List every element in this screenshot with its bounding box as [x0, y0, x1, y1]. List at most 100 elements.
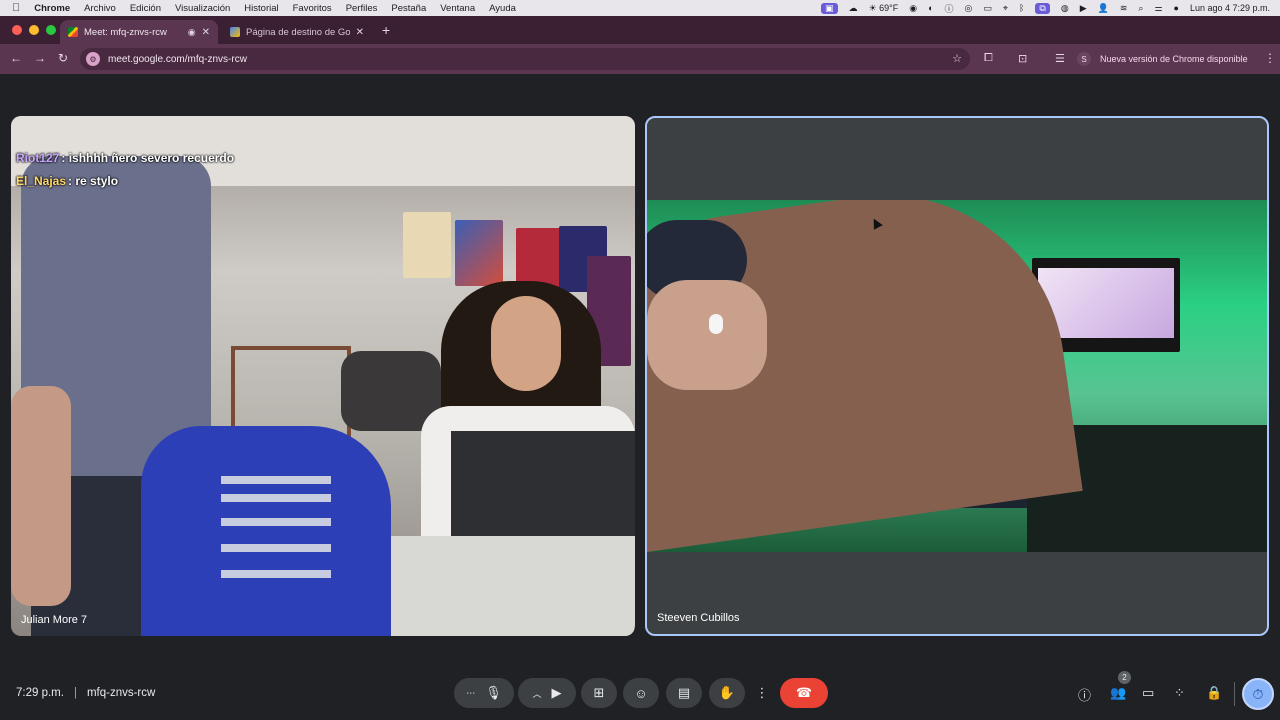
- menu-edicion[interactable]: Edición: [130, 3, 161, 14]
- people-count-badge: 2: [1118, 671, 1131, 684]
- meeting-time: 7:29 p.m.: [16, 687, 64, 699]
- extensions-puzzle-icon[interactable]: ⧠: [984, 52, 993, 65]
- chair-slat: [221, 544, 331, 552]
- chrome-update-button[interactable]: Nueva versión de Chrome disponible: [1100, 50, 1248, 68]
- video-table: [371, 536, 635, 636]
- weather-temp: 69°F: [879, 2, 899, 13]
- participant-name: Julian More 7: [21, 614, 88, 626]
- url-text[interactable]: meet.google.com/mfq-znvs-rcw: [108, 54, 247, 65]
- macos-menu-bar:  Chrome Archivo Edición Visualización H…: [0, 0, 1280, 16]
- participant-video: [647, 200, 1267, 552]
- chat-message: : re stylo: [68, 174, 119, 188]
- hang-up-icon: ☎: [795, 685, 813, 700]
- tab-title: Página de destino de Google: [246, 26, 350, 38]
- more-options-button[interactable]: ⋮: [751, 678, 773, 708]
- chrome-menu-kebab-icon[interactable]: ⋮: [1264, 51, 1276, 65]
- address-bar[interactable]: ⚙ meet.google.com/mfq-znvs-rcw ☆: [80, 48, 970, 70]
- chair-slat: [221, 518, 331, 526]
- activities-grid-icon[interactable]: ⁘: [1174, 685, 1185, 701]
- forward-arrow-icon[interactable]: →: [34, 51, 46, 65]
- site-info-icon[interactable]: ⚙: [86, 52, 100, 66]
- window-controls: [12, 25, 56, 35]
- meeting-code: mfq-znvs-rcw: [86, 687, 156, 699]
- menu-pestana[interactable]: Pestaña: [391, 3, 426, 14]
- new-tab-icon[interactable]: +: [382, 22, 390, 38]
- leave-call-button[interactable]: ☎: [780, 678, 828, 708]
- captions-button[interactable]: ▤: [666, 678, 702, 708]
- hand-icon: ✋: [718, 685, 736, 700]
- meeting-info-icon[interactable]: ⓘ: [1078, 685, 1091, 704]
- participant-tile-right[interactable]: Steeven Cubillos: [645, 116, 1269, 636]
- timer-icon: ⏱: [1252, 685, 1264, 702]
- menu-ventana[interactable]: Ventana: [440, 3, 475, 14]
- chat-username: El_Najas: [16, 174, 67, 188]
- close-tab-icon[interactable]: ✕: [202, 27, 210, 38]
- close-tab-icon[interactable]: ✕: [356, 27, 364, 38]
- participant-tile-left[interactable]: Riot127: ishhhh ñero severo recuerdo El_…: [11, 116, 635, 636]
- chat-message: : ishhhh ñero severo recuerdo: [61, 151, 235, 165]
- tab-meet[interactable]: Meet: mfq-znvs-rcw ◉ ✕: [60, 20, 218, 44]
- siri-icon[interactable]: ●: [1174, 3, 1179, 13]
- microphone-icon[interactable]: 🎙: [485, 685, 502, 701]
- location-icon[interactable]: ⌖: [1003, 3, 1008, 14]
- camera-icon[interactable]: ▶: [552, 685, 562, 701]
- minimize-window-button[interactable]: [29, 25, 39, 35]
- stats-icon[interactable]: ◐: [928, 3, 933, 13]
- bluetooth-icon[interactable]: ᛒ: [1019, 3, 1024, 13]
- video-control-group: ︿ ▶: [518, 678, 576, 708]
- airplay-icon[interactable]: ◎: [965, 3, 973, 14]
- tab-search-icon[interactable]: ⊡: [1018, 52, 1027, 65]
- menu-favoritos[interactable]: Favoritos: [293, 3, 332, 14]
- chair-slat: [221, 570, 331, 578]
- person-icon[interactable]: 👤: [1098, 3, 1109, 14]
- menu-archivo[interactable]: Archivo: [84, 3, 116, 14]
- airpod: [709, 314, 723, 334]
- tab-title: Meet: mfq-znvs-rcw: [84, 26, 167, 38]
- play-icon[interactable]: ▶: [1080, 3, 1087, 14]
- cloud-icon[interactable]: ☁: [849, 3, 858, 14]
- menu-visualizacion[interactable]: Visualización: [175, 3, 230, 14]
- raise-hand-button[interactable]: ✋: [709, 678, 745, 708]
- wall-poster: [455, 220, 503, 286]
- audio-options-icon[interactable]: ⋯: [466, 688, 475, 699]
- wifi-icon[interactable]: ≋: [1120, 3, 1128, 14]
- chat-overlay-line-1: Riot127: ishhhh ñero severo recuerdo: [16, 151, 234, 165]
- weather-widget[interactable]: ☀ 69°F: [869, 3, 899, 14]
- reactions-button[interactable]: ☺: [623, 678, 659, 708]
- host-controls-lock-icon[interactable]: 🔒: [1206, 685, 1222, 701]
- user-circle-icon[interactable]: ◍: [1061, 3, 1069, 14]
- info-icon[interactable]: ⓘ: [945, 2, 954, 15]
- tab-google-landing[interactable]: Página de destino de Google ✕: [222, 20, 372, 44]
- screen-share-status-icon[interactable]: ▣: [821, 2, 838, 14]
- menu-historial[interactable]: Historial: [244, 3, 278, 14]
- spotlight-search-icon[interactable]: ⌕: [1138, 3, 1143, 14]
- display-icon[interactable]: ▭: [983, 3, 992, 14]
- mirroring-icon[interactable]: ⧉: [1035, 2, 1050, 14]
- close-window-button[interactable]: [12, 25, 22, 35]
- chair-slat: [221, 494, 331, 502]
- menu-perfiles[interactable]: Perfiles: [346, 3, 378, 14]
- menu-ayuda[interactable]: Ayuda: [489, 3, 516, 14]
- people-icon[interactable]: 👥: [1110, 685, 1126, 701]
- audio-control-group: ⋯ 🎙: [454, 678, 514, 708]
- zoom-window-button[interactable]: [46, 25, 56, 35]
- timer-button[interactable]: ⏱: [1242, 678, 1274, 710]
- present-screen-button[interactable]: ⊞: [581, 678, 617, 708]
- control-center-icon[interactable]: ⚌: [1154, 3, 1162, 14]
- reading-list-icon[interactable]: ☰: [1055, 52, 1065, 65]
- video-options-chevron-icon[interactable]: ︿: [532, 687, 541, 700]
- apple-icon[interactable]: : [12, 2, 20, 14]
- clock-datetime[interactable]: Lun ago 4 7:29 p.m.: [1190, 3, 1270, 13]
- reload-icon[interactable]: ↻: [58, 51, 68, 65]
- captions-icon: ▤: [677, 685, 691, 700]
- chat-username: Riot127: [16, 151, 60, 165]
- menu-app-name[interactable]: Chrome: [34, 3, 70, 14]
- chat-icon[interactable]: ▭: [1142, 685, 1154, 701]
- bookmark-star-icon[interactable]: ☆: [952, 52, 962, 65]
- wall-poster: [403, 212, 451, 278]
- recording-indicator-icon: ◉: [187, 26, 196, 37]
- record-status-icon[interactable]: ◉: [909, 3, 917, 14]
- back-arrow-icon[interactable]: ←: [10, 51, 22, 65]
- profile-avatar[interactable]: S: [1077, 52, 1091, 66]
- meeting-details: 7:29 p.m. | mfq-znvs-rcw: [16, 687, 155, 699]
